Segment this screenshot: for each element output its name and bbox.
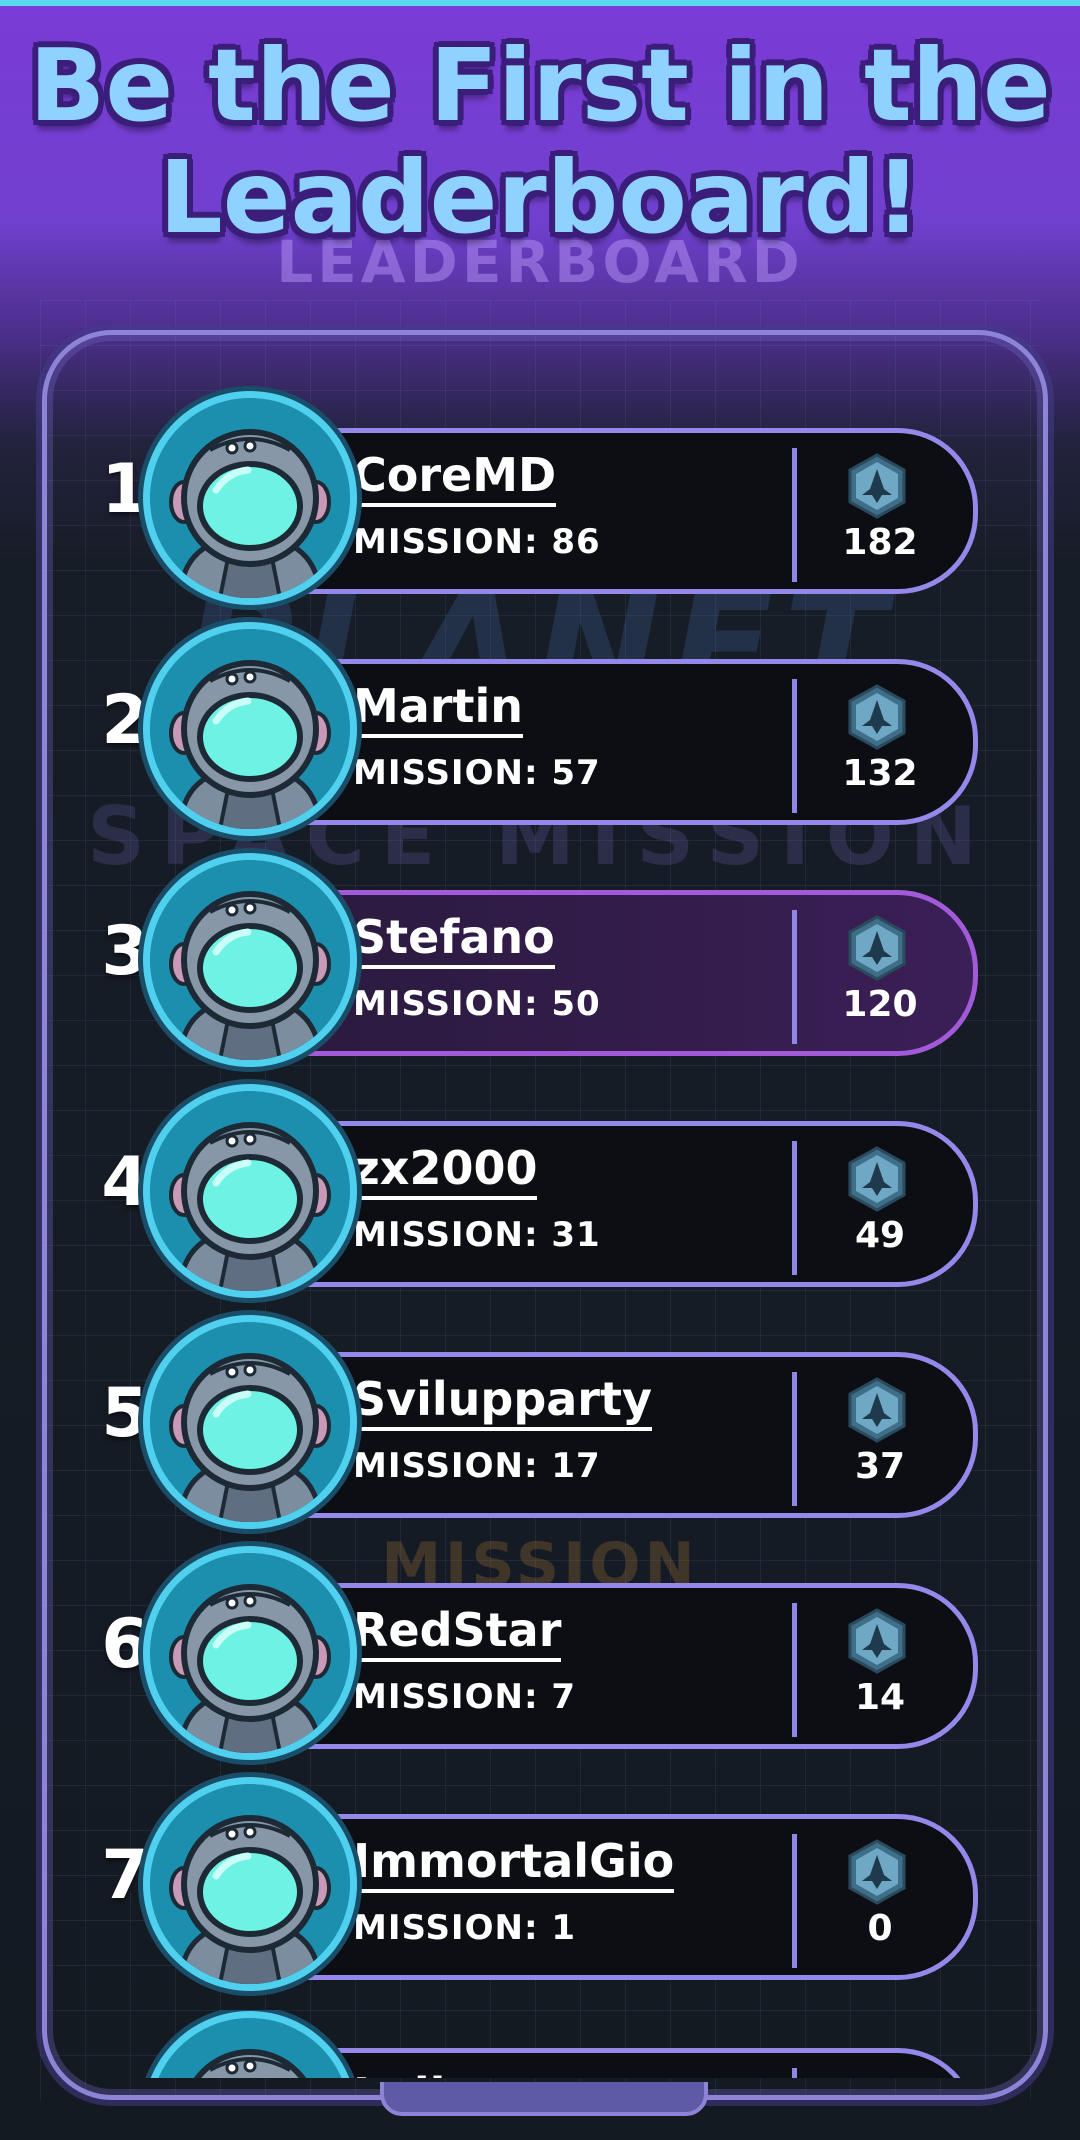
leaderboard-row-7[interactable]: 7 ImmortalGio MISSION: 1 0 (0, 1776, 1080, 1984)
score-value: 120 (842, 984, 918, 1025)
spaceship-badge-icon (846, 1377, 908, 1443)
player-name: ImmortalGio (353, 1834, 675, 1893)
score-value: 37 (854, 1446, 906, 1487)
score-value: 182 (842, 522, 918, 563)
leaderboard-row-2[interactable]: 2 Martin MISSION: 57 132 (0, 621, 1080, 829)
spaceship-badge-icon (846, 684, 908, 750)
leaderboard-row-6[interactable]: 6 RedStar MISSION: 7 14 (0, 1545, 1080, 1753)
card-divider (792, 910, 797, 1044)
player-name: Martin (353, 679, 524, 738)
mission-count: MISSION: 7 (353, 1677, 577, 1717)
leaderboard-row-partial[interactable]: Lollo (0, 2010, 1080, 2078)
card-divider (792, 448, 797, 582)
astronaut-avatar-icon (150, 1091, 350, 1291)
player-name: Svilupparty (353, 1372, 652, 1431)
card-divider (792, 1372, 797, 1506)
astronaut-avatar-icon (150, 860, 350, 1060)
mission-count: MISSION: 31 (353, 1215, 601, 1255)
player-name: zx2000 (353, 1141, 538, 1200)
mission-count: MISSION: 1 (353, 1908, 577, 1948)
leaderboard-row-1[interactable]: 1 CoreMD MISSION: 86 182 (0, 390, 1080, 598)
leaderboard-row-5[interactable]: 5 Svilupparty MISSION: 17 37 (0, 1314, 1080, 1522)
score-value: 132 (842, 753, 918, 794)
mission-count: MISSION: 50 (353, 984, 601, 1024)
astronaut-avatar-icon (150, 1784, 350, 1984)
score-value: 49 (854, 1215, 906, 1256)
astronaut-avatar-icon (150, 1322, 350, 1522)
spaceship-badge-icon (846, 1146, 908, 1212)
card-divider (792, 1141, 797, 1275)
score-value: 14 (854, 1677, 906, 1718)
leaderboard-row-4[interactable]: 4 zx2000 MISSION: 31 49 (0, 1083, 1080, 1291)
player-name: Lollo (353, 2068, 477, 2078)
spaceship-badge-icon (846, 1839, 908, 1905)
card-divider (792, 2068, 797, 2078)
astronaut-avatar-icon (150, 398, 350, 598)
card-divider (792, 679, 797, 813)
card-divider (792, 1834, 797, 1968)
mission-count: MISSION: 17 (353, 1446, 601, 1486)
player-name: Stefano (353, 910, 555, 969)
spaceship-badge-icon (846, 915, 908, 981)
leaderboard-row-3[interactable]: 3 Stefano MISSION: 50 120 (0, 852, 1080, 1060)
score-value: 0 (867, 1908, 893, 1949)
mission-count: MISSION: 86 (353, 522, 601, 562)
player-name: RedStar (353, 1603, 562, 1662)
astronaut-avatar-icon (150, 629, 350, 829)
player-name: CoreMD (353, 448, 557, 507)
astronaut-avatar-icon (150, 1553, 350, 1753)
leaderboard-list[interactable]: 1 CoreMD MISSION: 86 182 2 Martin MISSIO… (0, 0, 1080, 2140)
spaceship-badge-icon (846, 1608, 908, 1674)
spaceship-badge-icon (846, 453, 908, 519)
mission-count: MISSION: 57 (353, 753, 601, 793)
card-divider (792, 1603, 797, 1737)
astronaut-avatar-icon (150, 2018, 350, 2078)
leaderboard-partial-row-clip: Lollo (0, 2010, 1080, 2078)
